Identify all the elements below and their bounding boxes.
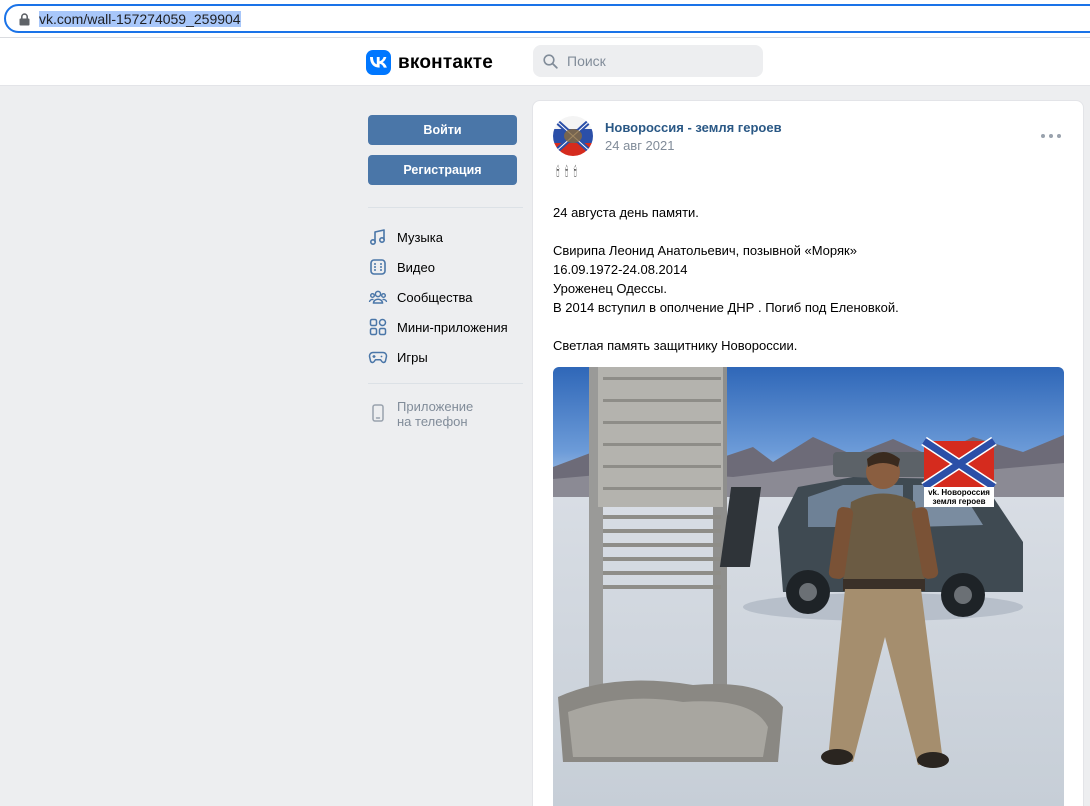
post-text-line: Уроженец Одессы. [553, 281, 667, 296]
candles-emoji: 🕯 🕯 🕯 [556, 164, 577, 180]
phone-icon [372, 404, 384, 422]
mini-apps-icon [369, 318, 387, 336]
candle-icon: 🕯 [564, 164, 569, 179]
vk-header: вконтакте Поиск [0, 38, 1090, 86]
avatar[interactable] [553, 116, 593, 156]
sidebar-item-video[interactable]: Видео [368, 256, 528, 278]
sidebar-item-label: Музыка [397, 229, 443, 245]
register-button[interactable]: Регистрация [368, 155, 517, 185]
photo-image: vk. Новороссия земля героев [553, 367, 1064, 806]
more-options-icon[interactable] [1041, 131, 1061, 141]
mobile-app-label-line1: Приложение [397, 399, 474, 414]
music-icon [369, 229, 386, 246]
video-icon [370, 259, 386, 275]
mobile-app-label-line2: на телефон [397, 414, 468, 429]
sidebar-divider [368, 383, 523, 384]
sidebar-item-label: Игры [397, 349, 428, 365]
communities-icon [368, 290, 388, 304]
sidebar-item-label: Мини-приложения [397, 319, 508, 335]
post-text-line: В 2014 вступил в ополчение ДНР . Погиб п… [553, 300, 899, 315]
sidebar-item-games[interactable]: Игры [368, 346, 528, 368]
sidebar-item-mini-apps[interactable]: Мини-приложения [368, 316, 528, 338]
vk-logo-icon [366, 50, 391, 75]
vk-logo-text: вконтакте [398, 51, 494, 73]
games-icon [368, 351, 388, 364]
sidebar-divider [368, 207, 523, 208]
sidebar-item-label: Сообщества [397, 289, 473, 305]
post-author[interactable]: Новороссия - земля героев [605, 120, 782, 135]
post-text-line: Свирипа Леонид Анатольевич, позывной «Мо… [553, 243, 857, 258]
sidebar-item-communities[interactable]: Сообщества [368, 286, 528, 308]
photo-watermark-line2: земля героев [932, 497, 985, 506]
sidebar-item-label: Видео [397, 259, 435, 275]
url-input[interactable]: vk.com/wall-157274059_259904 [4, 4, 1090, 33]
wall-post: Новороссия - земля героев 24 авг 2021 🕯 … [532, 100, 1084, 806]
url-text: vk.com/wall-157274059_259904 [39, 11, 241, 27]
candle-icon: 🕯 [573, 164, 578, 179]
search-placeholder: Поиск [567, 53, 606, 69]
post-text-line: 24 августа день памяти. [553, 205, 699, 220]
photo-watermark-line1: vk. Новороссия [928, 488, 990, 497]
browser-address-bar: vk.com/wall-157274059_259904 [0, 0, 1090, 38]
post-text-line: 16.09.1972-24.08.2014 [553, 262, 688, 277]
post-photo[interactable]: vk. Новороссия земля героев [553, 367, 1064, 806]
lock-icon [19, 13, 30, 26]
post-text-line: Светлая память защитнику Новороссии. [553, 338, 798, 353]
login-button[interactable]: Войти [368, 115, 517, 145]
vk-logo[interactable]: вконтакте [366, 50, 493, 75]
search-input[interactable]: Поиск [533, 45, 763, 77]
search-icon [543, 54, 558, 69]
post-date[interactable]: 24 авг 2021 [605, 138, 674, 153]
candle-icon: 🕯 [556, 164, 560, 179]
sidebar-item-mobile-app[interactable]: Приложение на телефон [368, 399, 528, 431]
sidebar-item-music[interactable]: Музыка [368, 226, 528, 248]
